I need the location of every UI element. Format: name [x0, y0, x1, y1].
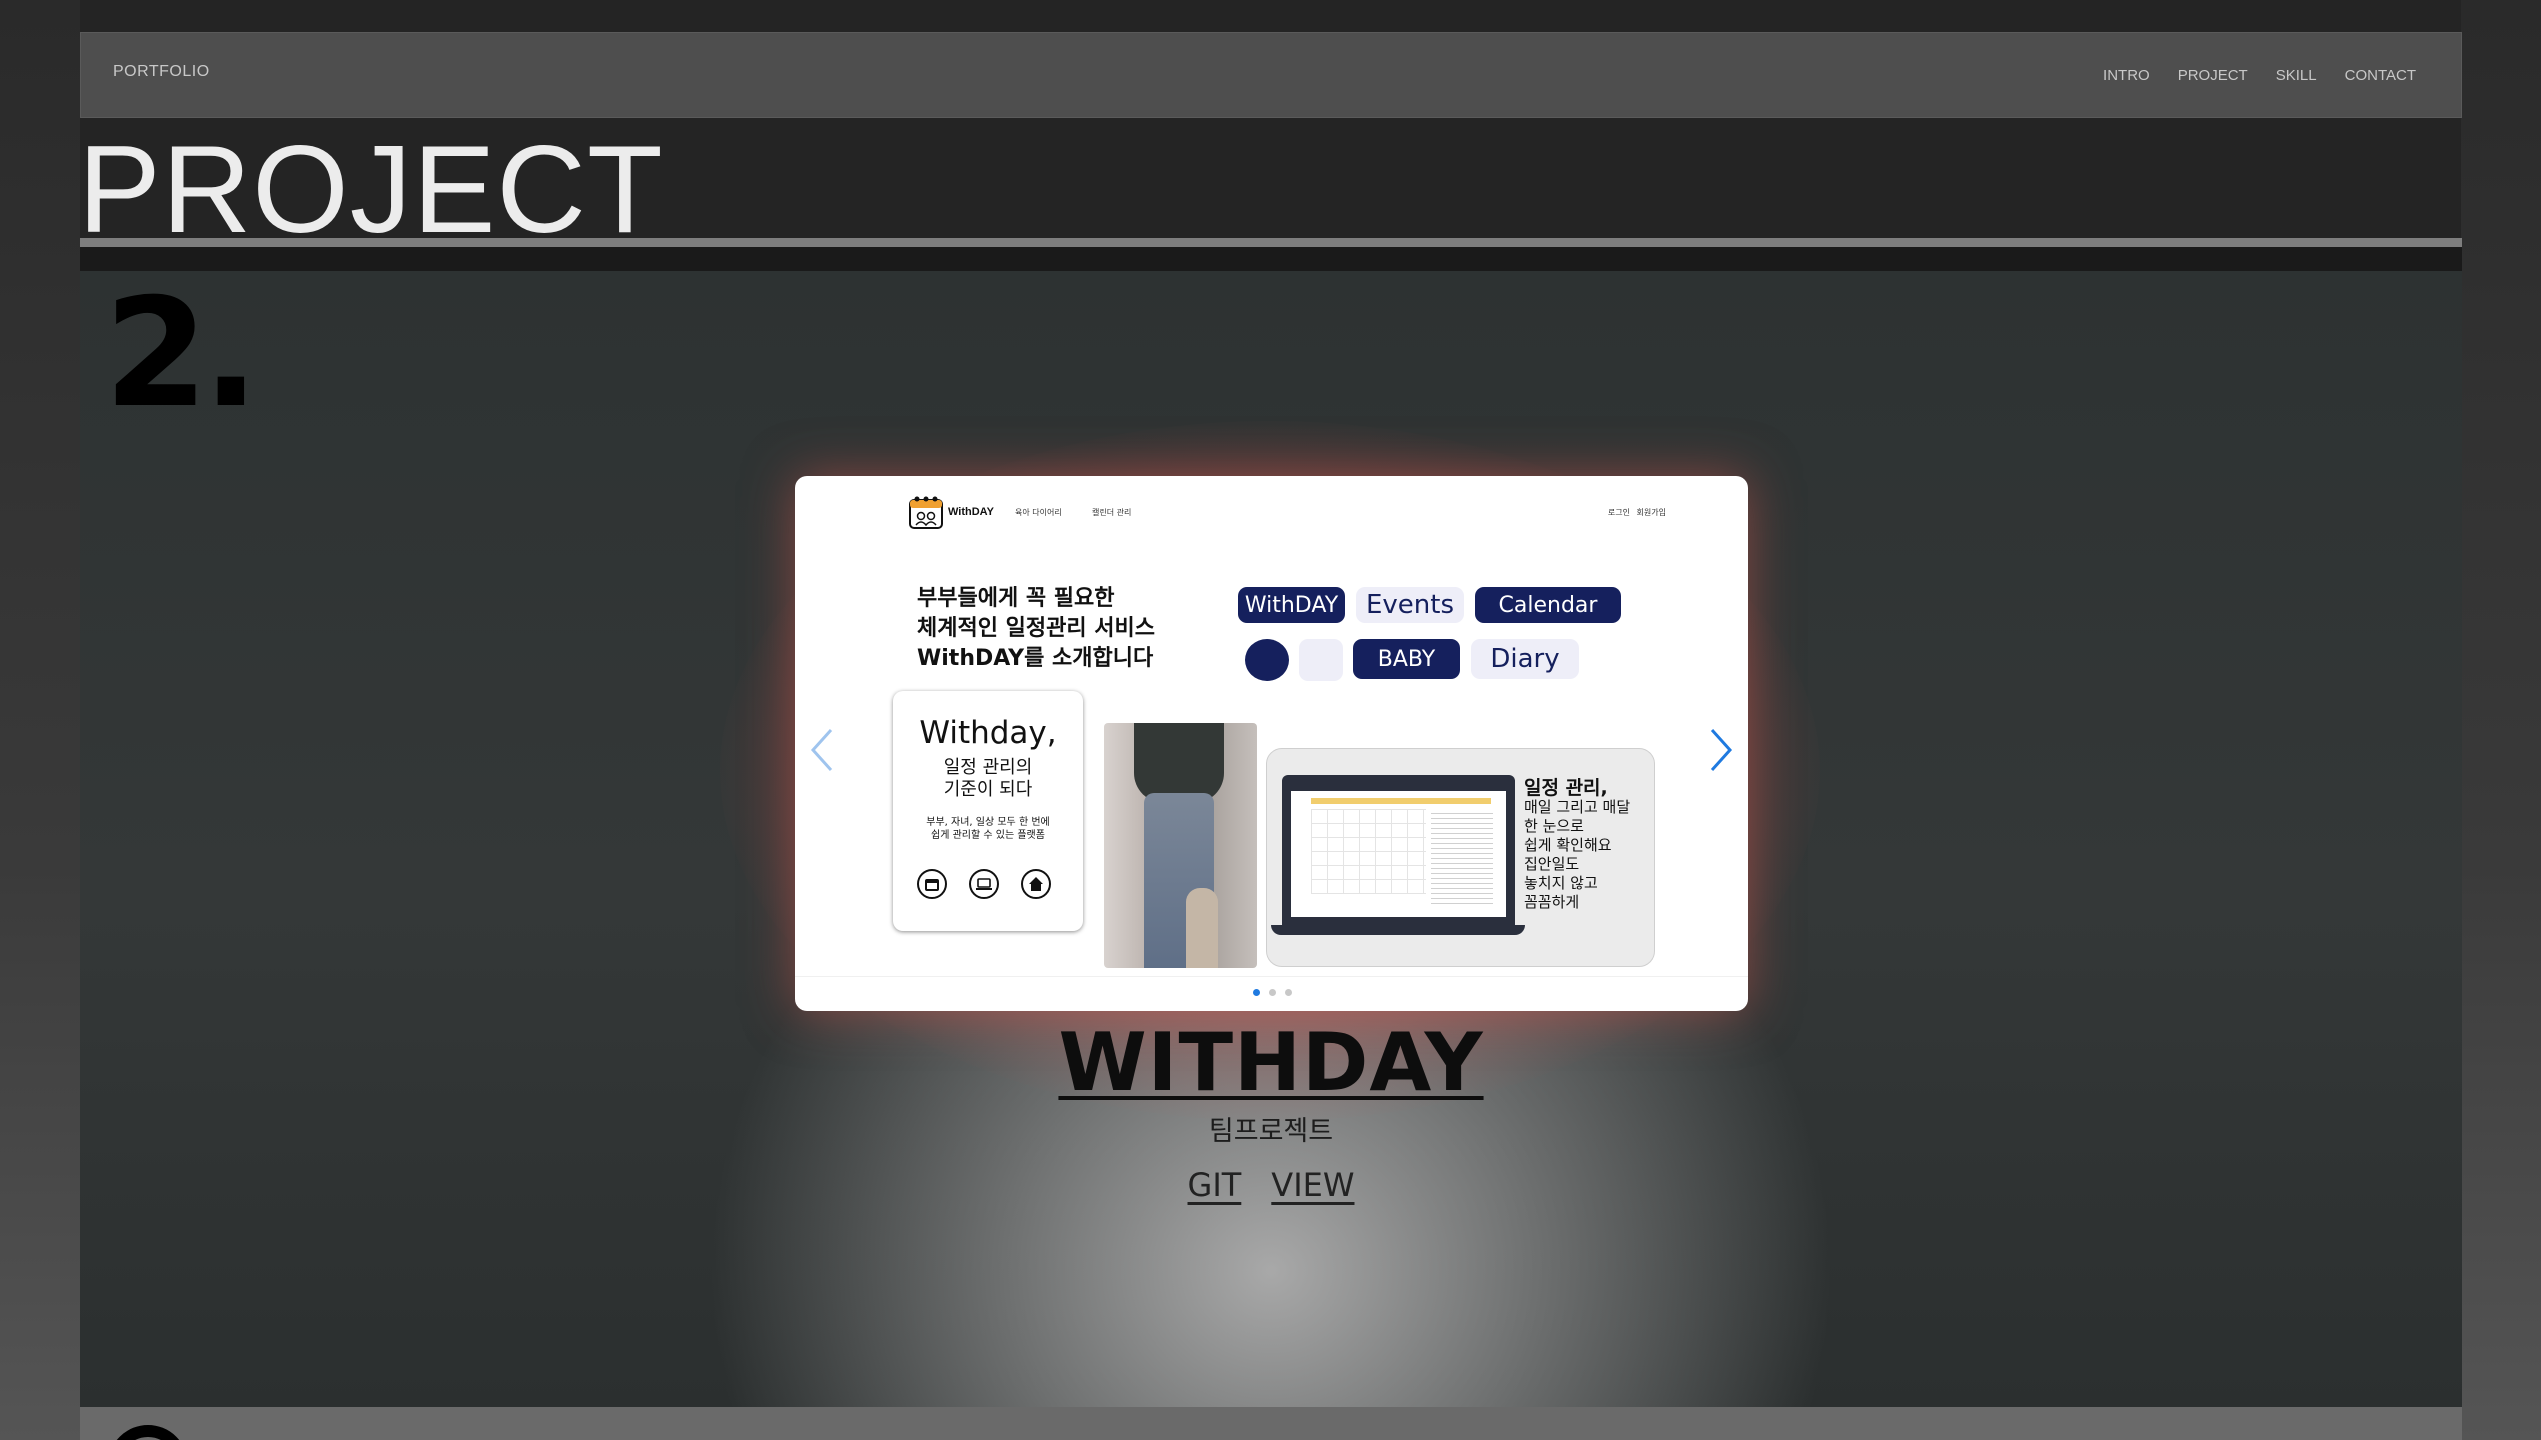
nav-link-skill[interactable]: SKILL: [2276, 67, 2317, 84]
laptop-copy-line: 매일 그리고 매달: [1524, 798, 1631, 816]
carousel-dot[interactable]: [1253, 989, 1260, 996]
feature-subtitle-line: 기준이 되다: [943, 779, 1033, 800]
section-title: PROJECT: [78, 121, 664, 259]
feature-desc-line: 부부, 자녀, 일상 모두 한 번에: [926, 817, 1050, 828]
pill-blank: [1299, 639, 1343, 681]
laptop-icon: [969, 869, 999, 899]
title-underline: [80, 238, 2462, 247]
carousel-dot[interactable]: [1269, 989, 1276, 996]
laptop-copy-line: 쉽게 확인해요: [1524, 836, 1612, 854]
nav-links: INTRO PROJECT SKILL CONTACT: [2103, 67, 2416, 84]
chevron-left-icon: [810, 728, 833, 772]
nav-link-project[interactable]: PROJECT: [2178, 67, 2248, 84]
headline-line: WithDAY를 소개합니다: [917, 646, 1154, 671]
title-divider: [80, 247, 2462, 271]
project-type: 팀프로젝트: [1208, 1116, 1334, 1147]
laptop-copy-line: 집안일도: [1524, 855, 1580, 873]
feature-subtitle-line: 일정 관리의: [943, 757, 1033, 778]
pill-calendar: Calendar: [1475, 587, 1621, 623]
project-carousel: WithDAY 육아 다이어리 캘린더 관리 로그인 회원가입 부부들에게 꼭 …: [795, 476, 1748, 1011]
slide-login: 로그인: [1607, 508, 1630, 517]
slide-headline: 부부들에게 꼭 필요한 체계적인 일정관리 서비스 WithDAY를 소개합니다: [917, 584, 1155, 674]
laptop-copy: 일정 관리, 매일 그리고 매달 한 눈으로 쉽게 확인해요 집안일도 놓치지 …: [1524, 779, 1630, 912]
calendar-icon: [917, 869, 947, 899]
pill-events: Events: [1356, 587, 1464, 623]
feature-title: Withday,: [919, 715, 1057, 751]
feature-subtitle: 일정 관리의 기준이 되다: [893, 757, 1083, 801]
slide-signup: 회원가입: [1636, 508, 1666, 517]
next-project-number: [108, 1425, 188, 1440]
git-link[interactable]: GIT: [1188, 1166, 1242, 1204]
chevron-right-icon: [1710, 728, 1733, 772]
laptop-copy-line: 한 눈으로: [1524, 817, 1584, 835]
laptop-copy-line: 일정 관리,: [1524, 777, 1608, 799]
project-name-text: WITHDAY: [1058, 1016, 1484, 1109]
home-icon: [1021, 869, 1051, 899]
project-panel: 2. WithDAY 육아 다이어리 캘린더 관리 로그인 회원가입 부부들에게…: [80, 271, 2462, 1407]
pill-withday: WithDAY: [1238, 587, 1345, 623]
project-links: GIT VIEW: [80, 1166, 2462, 1204]
carousel-dot[interactable]: [1285, 989, 1292, 996]
slide-menu-calendar: 캘린더 관리: [1092, 508, 1132, 517]
carousel-pagination: [1253, 989, 1292, 996]
project-number: 2.: [104, 271, 259, 441]
pill-diary: Diary: [1471, 639, 1579, 679]
headline-line: 체계적인 일정관리 서비스: [917, 616, 1155, 641]
feature-desc: 부부, 자녀, 일상 모두 한 번에 쉽게 관리할 수 있는 플랫폼: [893, 816, 1083, 842]
laptop-screen: [1282, 775, 1515, 925]
laptop-preview: 일정 관리, 매일 그리고 매달 한 눈으로 쉽게 확인해요 집안일도 놓치지 …: [1266, 748, 1655, 967]
next-project-peek: [80, 1407, 2462, 1440]
family-photo: [1104, 723, 1257, 968]
carousel-prev-button[interactable]: [807, 726, 835, 784]
nav-link-intro[interactable]: INTRO: [2103, 67, 2150, 84]
brand-logo[interactable]: PORTFOLIO: [113, 63, 210, 81]
headline-line: 부부들에게 꼭 필요한: [917, 586, 1115, 611]
calendar-logo-icon: [909, 496, 943, 529]
pill-baby: BABY: [1353, 639, 1460, 679]
laptop-copy-line: 놓치지 않고: [1524, 874, 1598, 892]
feature-desc-line: 쉽게 관리할 수 있는 플랫폼: [931, 830, 1045, 841]
slide-logo-text: WithDAY: [948, 506, 994, 518]
laptop-copy-line: 꼼꼼하게: [1524, 893, 1580, 911]
pill-dot: [1245, 639, 1289, 681]
laptop-base: [1271, 925, 1525, 935]
slide-menu-diary: 육아 다이어리: [1015, 508, 1062, 517]
project-name: WITHDAY: [80, 1016, 2462, 1109]
carousel-next-button[interactable]: [1708, 726, 1736, 784]
top-navbar: PORTFOLIO INTRO PROJECT SKILL CONTACT: [80, 32, 2462, 118]
slide-feature-card: Withday, 일정 관리의 기준이 되다 부부, 자녀, 일상 모두 한 번…: [893, 691, 1083, 931]
page-left-band: [0, 0, 80, 1440]
view-link[interactable]: VIEW: [1271, 1166, 1354, 1204]
nav-link-contact[interactable]: CONTACT: [2345, 67, 2416, 84]
page-right-band: [2461, 0, 2541, 1440]
